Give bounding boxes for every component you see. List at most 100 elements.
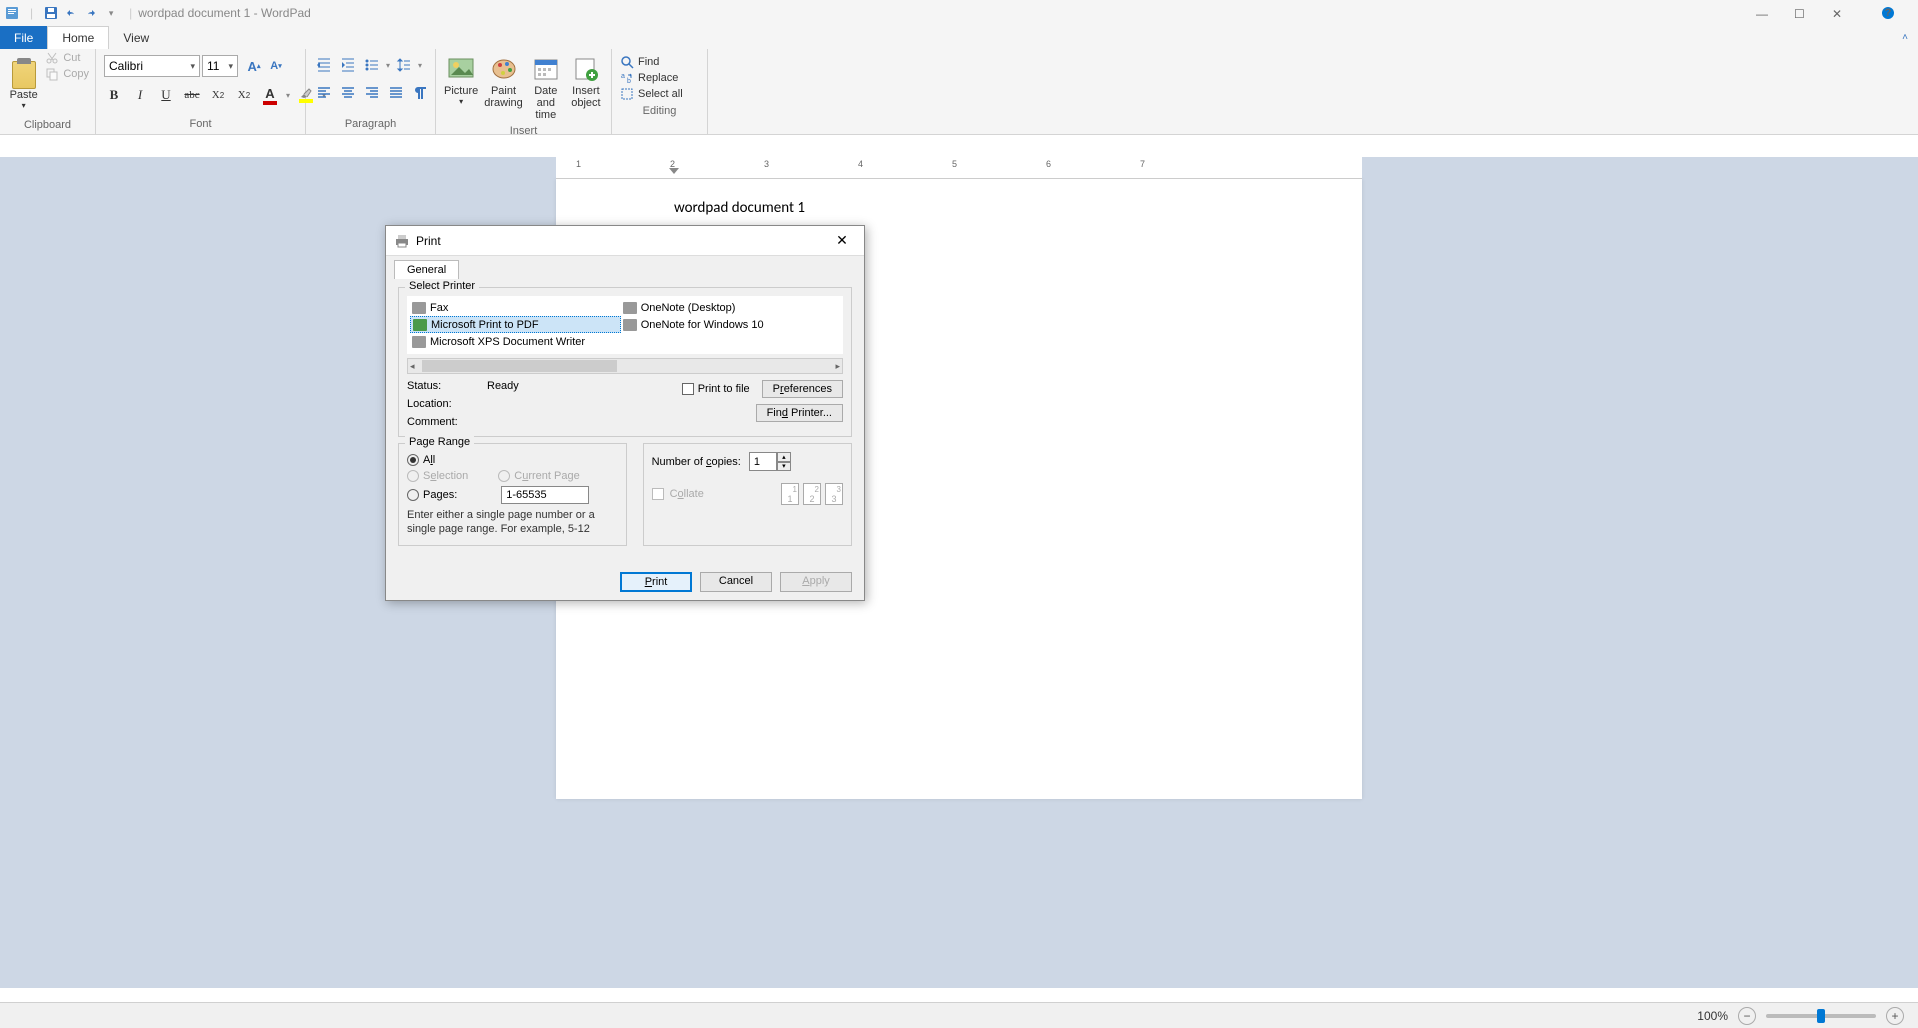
close-icon[interactable]: ✕: [1832, 7, 1844, 19]
preferences-button[interactable]: Preferences: [762, 380, 843, 398]
zoom-thumb[interactable]: [1817, 1009, 1825, 1023]
underline-button[interactable]: U: [156, 85, 176, 105]
collate-page-icon: 22: [803, 483, 821, 505]
copies-input[interactable]: [749, 452, 777, 471]
dialog-close-button[interactable]: ✕: [828, 231, 856, 251]
printer-item-onenote-win10[interactable]: OneNote for Windows 10: [621, 316, 832, 333]
chevron-down-icon[interactable]: ▾: [418, 61, 422, 70]
decrease-indent-button[interactable]: [314, 55, 334, 75]
date-time-button[interactable]: Date and time: [529, 55, 563, 121]
zoom-slider[interactable]: [1766, 1014, 1876, 1018]
printer-item-xps[interactable]: Microsoft XPS Document Writer: [410, 334, 621, 351]
picture-label: Picture: [444, 85, 478, 97]
shrink-font-button[interactable]: A▾: [266, 56, 286, 76]
select-all-button[interactable]: Select all: [620, 87, 699, 101]
copy-button[interactable]: Copy: [45, 67, 89, 81]
printer-name: OneNote (Desktop): [641, 302, 736, 314]
print-to-file-checkbox[interactable]: Print to file: [682, 383, 750, 395]
bullets-button[interactable]: [362, 55, 382, 75]
scroll-thumb[interactable]: [422, 360, 617, 372]
font-color-button[interactable]: A: [260, 85, 280, 105]
printer-icon: [394, 233, 410, 249]
tab-general[interactable]: General: [394, 260, 459, 279]
tab-view[interactable]: View: [109, 26, 163, 49]
svg-text:b: b: [627, 78, 631, 85]
paragraph-dialog-button[interactable]: [410, 83, 430, 103]
font-size-select[interactable]: 11 ▾: [202, 55, 238, 77]
printer-item-fax[interactable]: Fax: [410, 299, 621, 316]
radio-pages[interactable]: Pages:: [407, 486, 618, 504]
bold-button[interactable]: B: [104, 85, 124, 105]
paste-icon: [12, 61, 36, 89]
spin-up-button[interactable]: ▴: [777, 452, 791, 462]
subscript-button[interactable]: X2: [208, 85, 228, 105]
ruler-mark: 4: [858, 159, 863, 169]
align-center-button[interactable]: [338, 83, 358, 103]
scroll-left-icon[interactable]: ◂: [410, 361, 415, 372]
grow-font-button[interactable]: A▴: [244, 56, 264, 76]
collate-page-icon: 11: [781, 483, 799, 505]
replace-button[interactable]: ab Replace: [620, 71, 699, 85]
italic-button[interactable]: I: [130, 85, 150, 105]
spin-down-button[interactable]: ▾: [777, 462, 791, 472]
printer-item-onenote-desktop[interactable]: OneNote (Desktop): [621, 299, 832, 316]
status-value: Ready: [487, 380, 519, 392]
apply-btn-label: Apply: [802, 575, 830, 587]
picture-button[interactable]: Picture ▾: [444, 55, 478, 121]
paragraph-group-label: Paragraph: [312, 118, 429, 132]
undo-icon[interactable]: [63, 5, 79, 21]
collate-label: Collate: [670, 488, 704, 500]
printer-list[interactable]: Fax OneNote (Desktop) Microsoft Print to…: [407, 296, 843, 354]
font-group-label: Font: [102, 118, 299, 132]
align-right-button[interactable]: [362, 83, 382, 103]
insert-object-button[interactable]: Insert object: [569, 55, 603, 121]
chevron-down-icon[interactable]: ▾: [286, 91, 290, 100]
maximize-icon[interactable]: ☐: [1794, 7, 1806, 19]
ribbon-collapse[interactable]: ˄: [1892, 26, 1918, 49]
cancel-button[interactable]: Cancel: [700, 572, 772, 592]
calendar-icon: [532, 55, 560, 83]
print-button[interactable]: Print: [620, 572, 692, 592]
title-bar: | ▾ | wordpad document 1 - WordPad — ☐ ✕…: [0, 0, 1918, 26]
separator: |: [129, 6, 132, 20]
line-spacing-button[interactable]: [394, 55, 414, 75]
dialog-tabs: General: [386, 256, 864, 279]
paste-button[interactable]: Paste ▾: [6, 51, 41, 119]
save-icon[interactable]: [43, 5, 59, 21]
printer-item-ms-print-pdf[interactable]: Microsoft Print to PDF: [410, 316, 621, 333]
tab-home[interactable]: Home: [47, 26, 109, 49]
justify-button[interactable]: [386, 83, 406, 103]
cut-button[interactable]: Cut: [45, 51, 89, 65]
scroll-right-icon[interactable]: ▸: [835, 361, 840, 372]
find-printer-button[interactable]: Find Printer...: [756, 404, 843, 422]
zoom-out-button[interactable]: −: [1738, 1007, 1756, 1025]
font-name-select[interactable]: Calibri ▾: [104, 55, 200, 77]
chevron-down-icon[interactable]: ▾: [386, 61, 390, 70]
align-left-button[interactable]: [314, 83, 334, 103]
comment-label: Comment:: [407, 416, 487, 428]
zoom-in-button[interactable]: +: [1886, 1007, 1904, 1025]
group-editing: Find ab Replace Select all Editing: [612, 49, 708, 134]
indent-marker[interactable]: [669, 168, 679, 174]
strikethrough-button[interactable]: abc: [182, 85, 202, 105]
copies-spinner[interactable]: ▴ ▾: [749, 452, 791, 471]
qat-dropdown-icon[interactable]: ▾: [103, 5, 119, 21]
find-button[interactable]: Find: [620, 55, 699, 69]
minimize-icon[interactable]: —: [1756, 7, 1768, 19]
paint-drawing-button[interactable]: Paint drawing: [484, 55, 523, 121]
object-label: Insert object: [569, 85, 603, 109]
collate-checkbox: [652, 488, 664, 500]
document-text[interactable]: wordpad document 1: [674, 199, 1244, 217]
horizontal-ruler[interactable]: 1 2 3 4 5 6 7: [556, 157, 1362, 179]
superscript-button[interactable]: X2: [234, 85, 254, 105]
tab-file[interactable]: File: [0, 26, 47, 49]
increase-indent-button[interactable]: [338, 55, 358, 75]
radio-all[interactable]: All: [407, 454, 618, 466]
all-label: All: [423, 454, 435, 466]
group-clipboard: Paste ▾ Cut Copy Clipboard: [0, 49, 96, 134]
chevron-up-icon: ˄: [1902, 32, 1908, 43]
printer-scrollbar[interactable]: ◂ ▸: [407, 358, 843, 374]
pages-input[interactable]: [501, 486, 589, 504]
help-icon[interactable]: ?: [1882, 7, 1894, 19]
redo-icon[interactable]: [83, 5, 99, 21]
